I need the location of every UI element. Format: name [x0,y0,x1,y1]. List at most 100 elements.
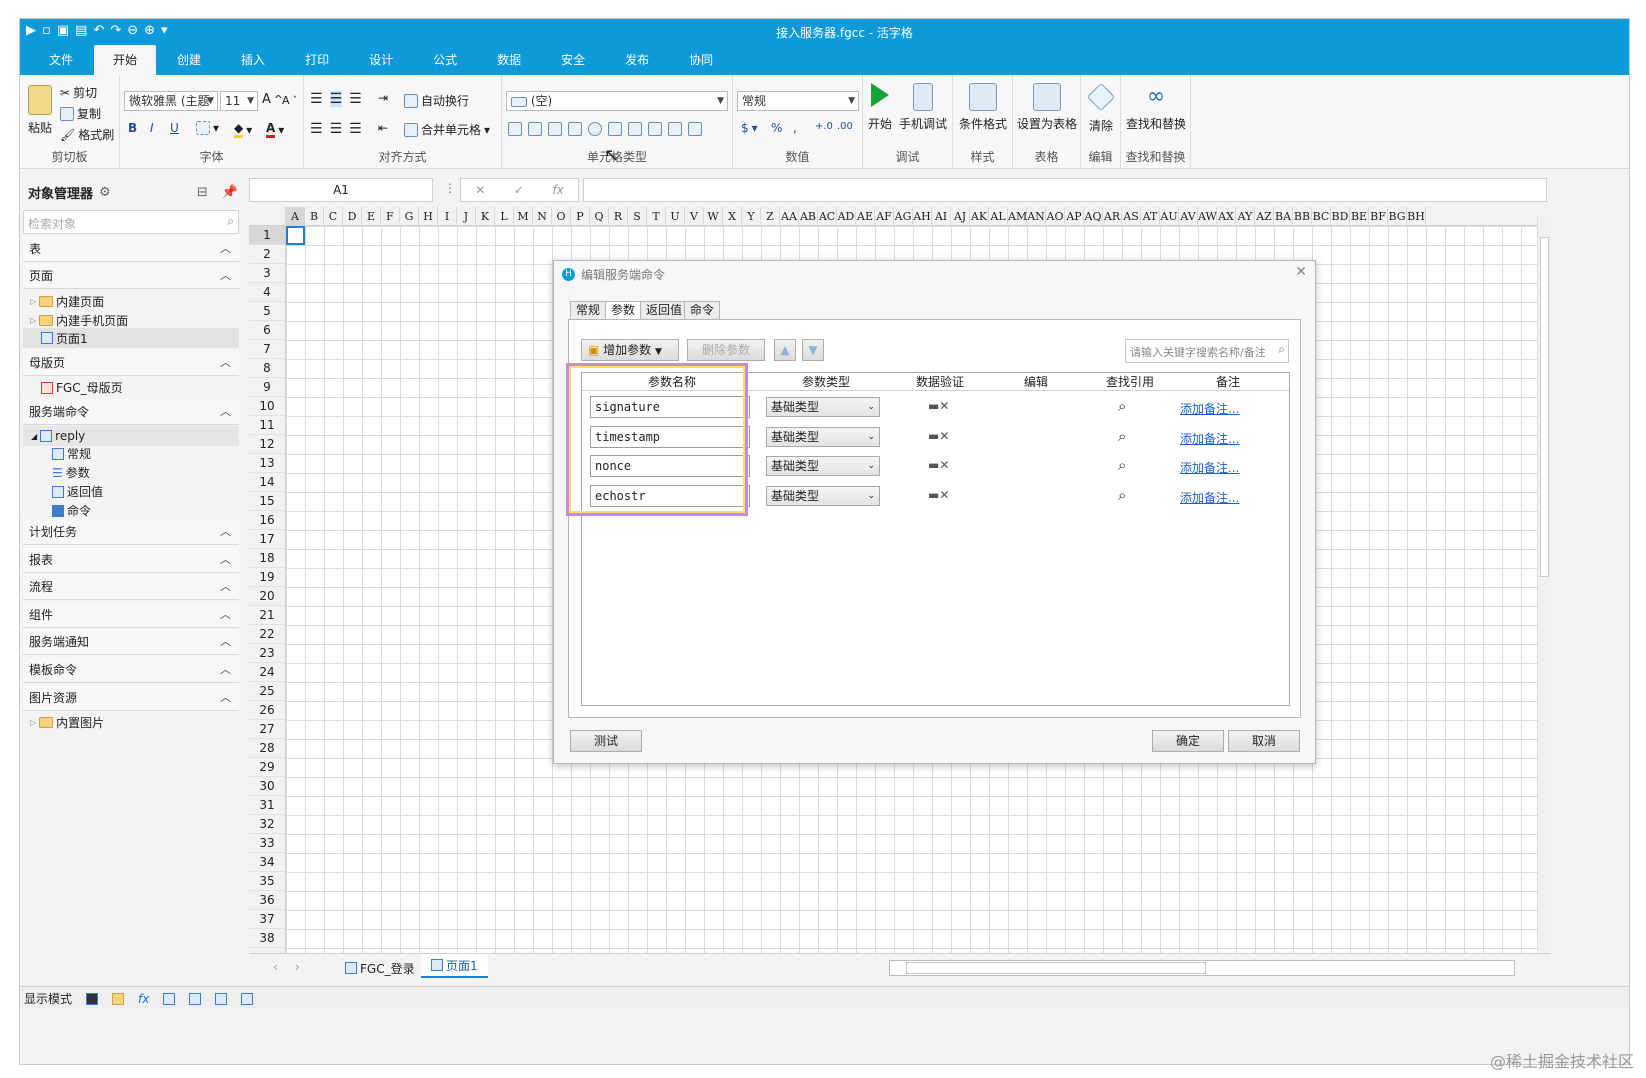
column-header-cell[interactable]: AL [989,207,1008,226]
layout-icon[interactable] [215,992,228,1005]
mobile-debug-button[interactable]: 手机调试 [897,83,949,132]
row-header-cell[interactable]: 2 [249,245,285,264]
tab-publish[interactable]: 发布 [606,45,668,75]
section-plan-task[interactable]: 计划任务 ︿ [23,519,239,545]
tree-builtin-mobile-page[interactable]: ▷ 内建手机页面 [30,312,128,329]
cancel-icon[interactable]: ✕ [475,183,485,197]
section-table[interactable]: 表 ︿ [23,236,239,262]
section-server-command[interactable]: 服务端命令 ︿ [23,399,239,425]
section-template-command[interactable]: 模板命令 ︿ [23,657,239,683]
align-top-icon[interactable]: ☰ [310,91,323,107]
align-center-icon[interactable]: ☰ [330,121,343,137]
row-header-cell[interactable]: 4 [249,283,285,302]
copy-button[interactable]: 复制 [60,105,101,122]
number-cell-icon[interactable] [648,122,662,136]
label-cell-icon[interactable] [548,122,562,136]
image-cell-icon[interactable] [688,122,702,136]
column-header-cell[interactable]: AX [1217,207,1236,226]
section-page[interactable]: 页面 ︿ [23,263,239,289]
auto-wrap-button[interactable]: 自动换行 [404,92,469,109]
column-header-cell[interactable]: AO [1046,207,1065,226]
tree-page1[interactable]: 页面1 [23,328,239,348]
set-as-table-button[interactable]: 设置为表格 [1015,83,1079,132]
align-bottom-icon[interactable]: ☰ [349,91,362,107]
search-icon[interactable]: ⌕ [1118,397,1126,415]
row-header-cell[interactable]: 16 [249,511,285,530]
corner-cell[interactable] [249,207,286,226]
column-header-cell[interactable]: K [476,207,495,226]
column-header-cell[interactable]: AZ [1255,207,1274,226]
row-header-cell[interactable]: 1 [249,226,285,245]
row-header-cell[interactable]: 35 [249,872,285,891]
textbox-icon[interactable] [163,992,176,1005]
tree-return-value[interactable]: 返回值 [52,483,103,500]
table-cell-icon[interactable] [668,122,682,136]
section-component[interactable]: 组件 ︿ [23,602,239,628]
tab-create[interactable]: 创建 [158,45,220,75]
align-right-icon[interactable]: ☰ [349,121,362,137]
fx-icon[interactable]: fx [138,992,149,1006]
checkbox-cell-icon[interactable] [568,122,582,136]
row-header-cell[interactable]: 26 [249,701,285,720]
lightbulb-icon[interactable] [112,992,125,1005]
font-size-select[interactable]: 11 ▼ [220,91,258,111]
selected-cell[interactable] [286,226,305,245]
row-header-cell[interactable]: 34 [249,853,285,872]
search-icon[interactable]: ⌕ [1118,456,1126,474]
tab-insert[interactable]: 插入 [222,45,284,75]
row-header-cell[interactable]: 25 [249,682,285,701]
tab-data[interactable]: 数据 [478,45,540,75]
add-note-link[interactable]: 添加备注... [1180,489,1239,506]
decimal-increase-button[interactable]: +.0 [815,121,833,132]
param-type-select[interactable]: 基础类型 ⌄ [766,426,880,447]
clear-button[interactable]: 清除 [1085,82,1117,134]
column-header-cell[interactable]: AJ [951,207,970,226]
column-header-cell[interactable]: BE [1350,207,1369,226]
comma-button[interactable]: , [793,121,797,135]
tab-collab[interactable]: 协同 [670,45,732,75]
console-icon[interactable] [86,992,99,1005]
window-icon[interactable] [241,992,254,1005]
dialog-tab-command[interactable]: 命令 [684,301,721,320]
fill-color-button[interactable]: ◆ ▾ [234,121,252,138]
column-header-cell[interactable]: E [362,207,381,226]
row-header-cell[interactable]: 24 [249,663,285,682]
validation-icon[interactable]: ▬✕ [928,488,949,502]
column-header-cell[interactable]: BC [1312,207,1331,226]
row-header-cell[interactable]: 5 [249,302,285,321]
section-server-notify[interactable]: 服务端通知 ︿ [23,629,239,655]
column-header-cell[interactable]: AS [1122,207,1141,226]
row-header-cell[interactable]: 11 [249,416,285,435]
outdent-button[interactable]: ⇤ [378,121,388,135]
column-header-cell[interactable]: AP [1065,207,1084,226]
column-header-cell[interactable]: BF [1369,207,1388,226]
textbox-cell-icon[interactable] [528,122,542,136]
move-up-button[interactable]: ▲ [774,339,796,361]
confirm-icon[interactable]: ✓ [514,183,524,197]
column-header-cell[interactable]: Z [761,207,780,226]
sheet-tab-page1[interactable]: 页面1 [421,954,488,978]
column-header-cell[interactable]: AA [780,207,799,226]
column-header-cell[interactable]: J [457,207,476,226]
column-header-cell[interactable]: N [533,207,552,226]
bold-button[interactable]: B [128,121,137,135]
sheet-tab-login[interactable]: FGC_登录 [339,957,421,979]
hscroll-thumb[interactable] [906,962,1206,974]
collapse-all-icon[interactable]: ⊟ [197,185,208,200]
column-header-cell[interactable]: R [609,207,628,226]
tree-builtin-page[interactable]: ▷ 内建页面 [30,293,104,310]
list-cell-icon[interactable] [628,122,642,136]
row-header-cell[interactable]: 30 [249,777,285,796]
param-search-input[interactable]: 请输入关键字搜索名称/备注 ⌕ [1125,339,1289,363]
paste-button[interactable]: 粘贴 [24,85,56,136]
column-header-cell[interactable]: X [723,207,742,226]
link-cell-icon[interactable] [608,122,622,136]
column-header-cell[interactable]: Y [742,207,761,226]
row-header-cell[interactable]: 6 [249,321,285,340]
row-header-cell[interactable]: 14 [249,473,285,492]
param-type-select[interactable]: 基础类型 ⌄ [766,456,880,476]
param-type-select[interactable]: 基础类型 ⌄ [766,485,880,506]
tab-security[interactable]: 安全 [542,45,604,75]
add-note-link[interactable]: 添加备注... [1180,459,1239,476]
section-report[interactable]: 报表 ︿ [23,547,239,573]
